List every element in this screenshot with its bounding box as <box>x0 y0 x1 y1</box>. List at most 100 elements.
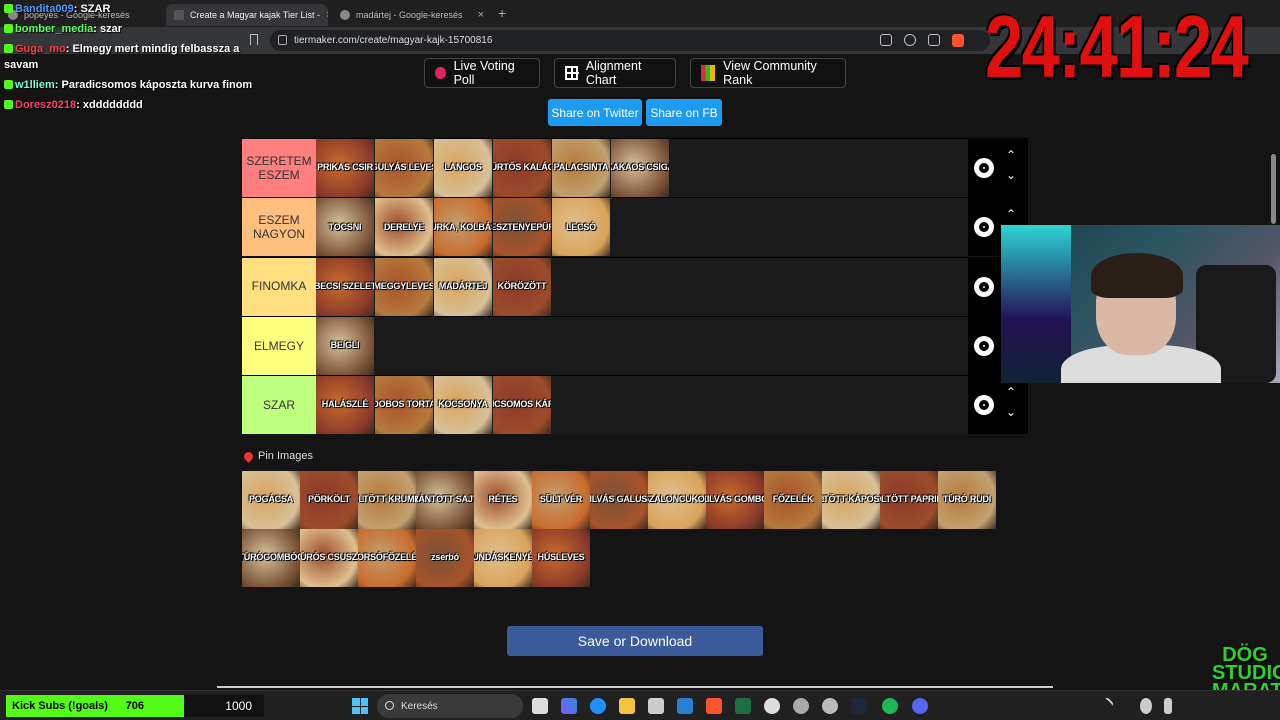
food-label: LECSÓ <box>565 221 596 232</box>
tier-label[interactable]: FINOMKA <box>242 257 316 316</box>
divider <box>217 686 1053 688</box>
discord-icon[interactable] <box>912 698 928 714</box>
food-image[interactable]: PÖRKÖLT <box>300 471 358 529</box>
zoom-icon[interactable] <box>904 34 916 46</box>
tier-label[interactable]: SZAR <box>242 376 316 435</box>
food-image[interactable]: MADÁRTEJ <box>434 257 492 316</box>
share-twitter-button[interactable]: Share on Twitter <box>548 99 642 126</box>
scrollbar-thumb[interactable] <box>1271 154 1276 224</box>
food-image[interactable]: KAKAOS CSIGA <box>611 139 669 197</box>
food-image[interactable]: RÁNTOTT SAJT <box>416 471 474 529</box>
food-image[interactable]: zserbó <box>416 529 474 587</box>
food-image[interactable]: POGÁCSA <box>242 471 300 529</box>
food-image[interactable]: SÜLT VÉR <box>532 471 590 529</box>
edge-icon[interactable] <box>590 698 606 714</box>
food-image[interactable]: SZALONCUKOR <box>648 471 706 529</box>
community-rank-button[interactable]: View Community Rank <box>690 58 846 88</box>
food-image[interactable]: FŐZELÉK <box>764 471 822 529</box>
app-icon[interactable] <box>793 698 809 714</box>
tier-label[interactable]: ESZEM NAGYON <box>242 198 316 257</box>
food-image[interactable]: TÖLTÖTT KÁPOSZTA <box>822 471 880 529</box>
site-info-icon[interactable] <box>278 35 287 45</box>
pin-images-toggle[interactable]: Pin Images <box>242 449 313 463</box>
food-image[interactable]: TÖLTÖTT KRUMPLI <box>358 471 416 529</box>
share-fb-button[interactable]: Share on FB <box>646 99 722 126</box>
chat-text: Paradicsomos káposzta kurva finom <box>61 79 253 91</box>
save-download-button[interactable]: Save or Download <box>507 626 763 656</box>
food-image[interactable]: HURKA, KOLBÁSZ <box>434 198 492 257</box>
food-label: KÖRÖZÖTT <box>497 280 547 291</box>
food-image[interactable]: SZILVÁS GOMBÓC <box>706 471 764 529</box>
food-image[interactable]: GULYÁS LEVES <box>375 139 433 197</box>
close-tab-icon[interactable]: × <box>478 9 484 21</box>
alignment-chart-button[interactable]: Alignment Chart <box>554 58 676 88</box>
store-icon[interactable] <box>648 698 664 714</box>
food-image[interactable]: DERELYE <box>375 198 433 257</box>
food-image[interactable]: HÚSLEVES <box>532 529 590 587</box>
food-image[interactable]: HALÁSZLÉ <box>316 376 374 435</box>
tray-chevron-icon[interactable] <box>1095 696 1115 716</box>
move-up-icon[interactable]: ⌃ <box>1006 208 1016 220</box>
brave-taskbar-icon[interactable] <box>706 698 722 714</box>
food-label: PARADICSOMOS KÁPOSZTA <box>493 399 551 410</box>
mail-icon[interactable] <box>677 698 693 714</box>
brave-shields-icon[interactable] <box>952 34 964 47</box>
bookmark-icon[interactable] <box>250 34 258 45</box>
food-image[interactable]: RÉTES <box>474 471 532 529</box>
food-image[interactable]: SZILVÁS GALUSKA <box>590 471 648 529</box>
tier-label[interactable]: ELMEGY <box>242 316 316 375</box>
food-image[interactable]: PRIKAS CSIR <box>316 139 374 197</box>
food-image[interactable]: LANGOS <box>434 139 492 197</box>
food-image[interactable]: KÜRTŐS KALÁCS <box>493 139 551 197</box>
gear-icon[interactable] <box>974 217 994 238</box>
food-label: TÖLTÖTT KRUMPLI <box>358 494 416 505</box>
wifi-icon[interactable] <box>1140 698 1152 714</box>
food-image[interactable]: PUNDÁSKENYÉR <box>474 529 532 587</box>
food-image[interactable]: PARADICSOMOS KÁPOSZTA <box>493 376 551 435</box>
windows-start-icon[interactable] <box>352 698 368 714</box>
gear-icon[interactable] <box>974 335 994 356</box>
food-image[interactable]: TÚRÓS CSUSZA <box>300 529 358 587</box>
live-voting-poll-button[interactable]: Live Voting Poll <box>424 58 540 88</box>
tier-label[interactable]: SZERETEM ESZEM <box>242 139 316 197</box>
tab-label: madártej - Google-keresés <box>356 10 463 20</box>
food-image[interactable]: PALACSINTA <box>552 139 610 197</box>
food-image[interactable]: KOCSONYA <box>434 376 492 435</box>
taskbar-search[interactable]: Keresés <box>377 694 523 718</box>
close-tab-icon[interactable]: × <box>326 9 328 21</box>
grid-icon <box>565 66 579 80</box>
gear-icon[interactable] <box>974 158 994 178</box>
new-tab-icon[interactable]: + <box>498 5 506 21</box>
share-icon[interactable] <box>928 34 940 46</box>
tab-madartej[interactable]: madártej - Google-keresés × <box>332 4 492 26</box>
move-up-icon[interactable]: ⌃ <box>1006 149 1016 161</box>
volume-icon[interactable] <box>1164 698 1172 714</box>
food-image[interactable]: DOBOS TORTA <box>375 376 433 435</box>
excel-icon[interactable] <box>735 698 751 714</box>
translate-icon[interactable] <box>880 34 892 46</box>
spotify-icon[interactable] <box>882 698 898 714</box>
food-image[interactable]: TOCSNI <box>316 198 374 257</box>
food-image[interactable]: TÚRÓGOMBÓC <box>242 529 300 587</box>
steam-icon[interactable] <box>851 698 867 714</box>
food-image[interactable]: KÖRÖZÖTT <box>493 257 551 316</box>
food-image[interactable]: TÚRÓ RUDI <box>938 471 996 529</box>
settings-icon[interactable] <box>822 698 838 714</box>
food-image[interactable]: LECSÓ <box>552 198 610 257</box>
move-down-icon[interactable]: ⌄ <box>1006 406 1016 418</box>
food-image[interactable]: MEGGYLEVES <box>375 257 433 316</box>
copilot-icon[interactable] <box>561 698 577 714</box>
gear-icon[interactable] <box>974 395 994 416</box>
task-view-icon[interactable] <box>532 698 548 714</box>
food-image[interactable]: GESZTENYEPÜRÉ <box>493 198 551 257</box>
tab-tiermaker[interactable]: Create a Magyar kajak Tier List - × <box>166 4 328 26</box>
food-image[interactable]: BEIGLI <box>316 316 374 375</box>
file-explorer-icon[interactable] <box>619 698 635 714</box>
food-image[interactable]: BECSI SZELET <box>316 257 374 316</box>
food-image[interactable]: BORSÓFŐZELÉK <box>358 529 416 587</box>
obs-icon[interactable] <box>764 698 780 714</box>
move-down-icon[interactable]: ⌄ <box>1006 169 1016 181</box>
food-image[interactable]: TÖLTÖTT PAPRIKA <box>880 471 938 529</box>
gear-icon[interactable] <box>974 276 994 297</box>
move-up-icon[interactable]: ⌃ <box>1006 386 1016 398</box>
